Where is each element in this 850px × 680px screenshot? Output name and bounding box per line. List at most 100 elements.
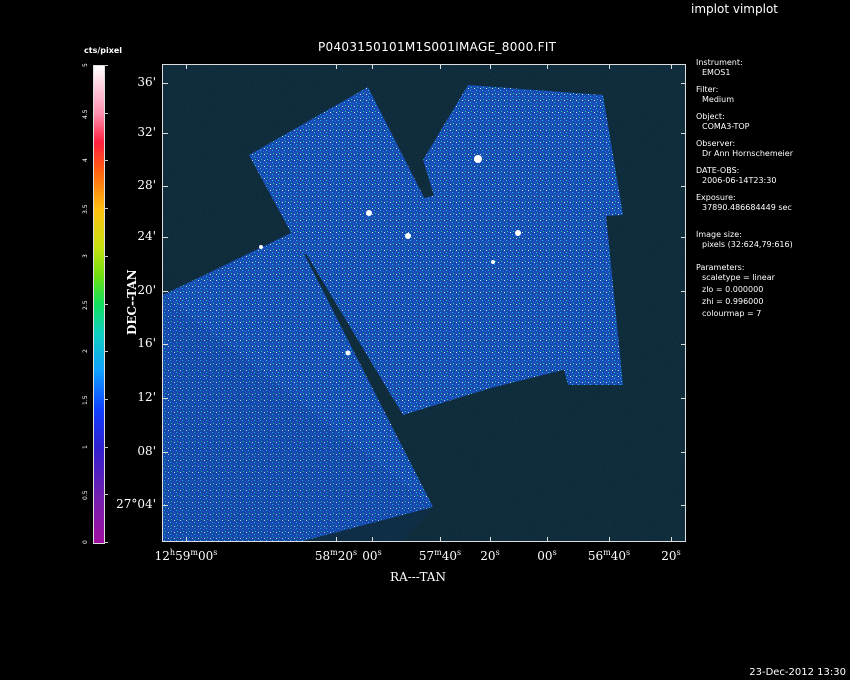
y-tick — [163, 505, 168, 506]
colorbar-tick — [104, 494, 108, 496]
instrument-label: Instrument: — [696, 58, 743, 67]
imagesize-label: Image size: — [696, 230, 742, 239]
object-label: Object: — [696, 112, 725, 121]
y-tick — [163, 291, 168, 292]
x-tick — [671, 64, 672, 69]
object-value: COMA3-TOP — [702, 122, 750, 131]
instrument-value: EMOS1 — [702, 68, 731, 77]
y-tick — [681, 398, 686, 399]
y-tick — [681, 186, 686, 187]
x-tick — [547, 64, 548, 69]
filter-value: Medium — [702, 95, 734, 104]
colorbar-tick — [104, 112, 108, 114]
y-tick — [163, 344, 168, 345]
colorbar-tick-label: 4.5 — [82, 109, 89, 119]
y-tick-label: 32' — [137, 125, 156, 139]
xray-image — [163, 65, 685, 541]
x-tick — [186, 537, 187, 542]
x-tick-label: 57m40s — [418, 548, 462, 563]
x-tick — [372, 64, 373, 69]
x-tick — [186, 64, 187, 69]
filter-label: Filter: — [696, 85, 719, 94]
colorbar-tick — [104, 398, 108, 400]
x-tick — [372, 537, 373, 542]
colorbar-tick — [104, 446, 108, 448]
y-tick-label: 08' — [137, 444, 156, 458]
x-tick — [440, 537, 441, 542]
observer-value: Dr Ann Hornschemeier — [702, 149, 793, 158]
y-tick — [163, 133, 168, 134]
y-tick-label: 12' — [137, 390, 156, 404]
image-title: P0403150101M1S001IMAGE_8000.FIT — [318, 40, 557, 54]
x-tick — [671, 537, 672, 542]
y-tick — [681, 83, 686, 84]
y-tick-label: 28' — [137, 178, 156, 192]
param-colourmap: colourmap = 7 — [702, 309, 762, 318]
colorbar — [93, 65, 105, 544]
x-axis-title: RA---TAN — [390, 570, 446, 584]
x-tick — [490, 64, 491, 69]
colorbar-tick-label: 1 — [82, 444, 89, 449]
x-tick — [490, 537, 491, 542]
x-tick — [336, 537, 337, 542]
y-tick — [681, 344, 686, 345]
colorbar-tick-label: 0 — [82, 540, 89, 544]
colorbar-tick — [104, 542, 108, 543]
x-tick — [609, 537, 610, 542]
imagesize-value: pixels (32:624,79:616) — [702, 240, 793, 249]
exposure-label: Exposure: — [696, 193, 736, 202]
colorbar-tick-label: 4 — [82, 158, 89, 163]
observer-label: Observer: — [696, 139, 736, 148]
x-tick — [440, 64, 441, 69]
y-tick — [163, 186, 168, 187]
x-tick-label: 56m40s — [587, 548, 631, 563]
y-tick — [163, 398, 168, 399]
colorbar-tick-label: 3 — [82, 253, 89, 258]
x-tick — [336, 64, 337, 69]
colorbar-unit-label: cts/pixel — [84, 46, 123, 55]
y-tick — [163, 452, 168, 453]
date-label: DATE-OBS: — [696, 166, 740, 175]
y-tick-label: 16' — [137, 336, 156, 350]
param-zlo: zlo = 0.000000 — [702, 285, 764, 294]
y-tick — [681, 133, 686, 134]
colorbar-tick — [104, 208, 108, 210]
x-tick — [547, 537, 548, 542]
params-label: Parameters: — [696, 263, 745, 272]
y-tick-label: 36' — [137, 75, 156, 89]
colorbar-tick — [104, 303, 108, 305]
x-tick-label: 12h59m00s — [154, 548, 218, 563]
app-title: implot vimplot — [691, 2, 778, 16]
x-tick-label: 20s — [480, 548, 500, 563]
info-panel: Instrument: EMOS1 Filter: Medium Object:… — [696, 58, 793, 319]
colorbar-tick — [104, 160, 108, 162]
colorbar-tick — [104, 351, 108, 353]
date-value: 2006-06-14T23:30 — [702, 176, 777, 185]
mos-detector-chips — [163, 65, 685, 541]
y-tick-label: 24' — [137, 229, 156, 243]
y-tick — [681, 505, 686, 506]
x-tick-label: 58m20s — [314, 548, 358, 563]
plot-frame[interactable] — [162, 64, 686, 542]
x-tick — [609, 64, 610, 69]
exposure-value: 37890.486684449 sec — [702, 203, 792, 212]
colorbar-tick — [104, 65, 108, 66]
param-scaletype: scaletype = linear — [702, 273, 775, 282]
x-tick-label: 00s — [362, 548, 382, 563]
y-tick-label: 27°04' — [116, 497, 156, 511]
y-tick — [681, 291, 686, 292]
y-tick — [163, 83, 168, 84]
colorbar-tick-label: 2.5 — [82, 299, 89, 310]
colorbar-tick-label: 1.5 — [82, 395, 89, 405]
colorbar-tick-label: 2 — [82, 349, 89, 354]
colorbar-tick-label: 0.5 — [82, 490, 89, 501]
param-zhi: zhi = 0.996000 — [702, 297, 764, 306]
y-tick — [163, 237, 168, 238]
colorbar-tick — [104, 255, 108, 257]
y-axis-title: DEC--TAN — [125, 269, 139, 335]
colorbar-tick-label: 3.5 — [82, 204, 89, 215]
y-tick — [681, 452, 686, 453]
x-tick-label: 00s — [537, 548, 557, 563]
y-tick — [681, 237, 686, 238]
x-tick-label: 20s — [661, 548, 681, 563]
